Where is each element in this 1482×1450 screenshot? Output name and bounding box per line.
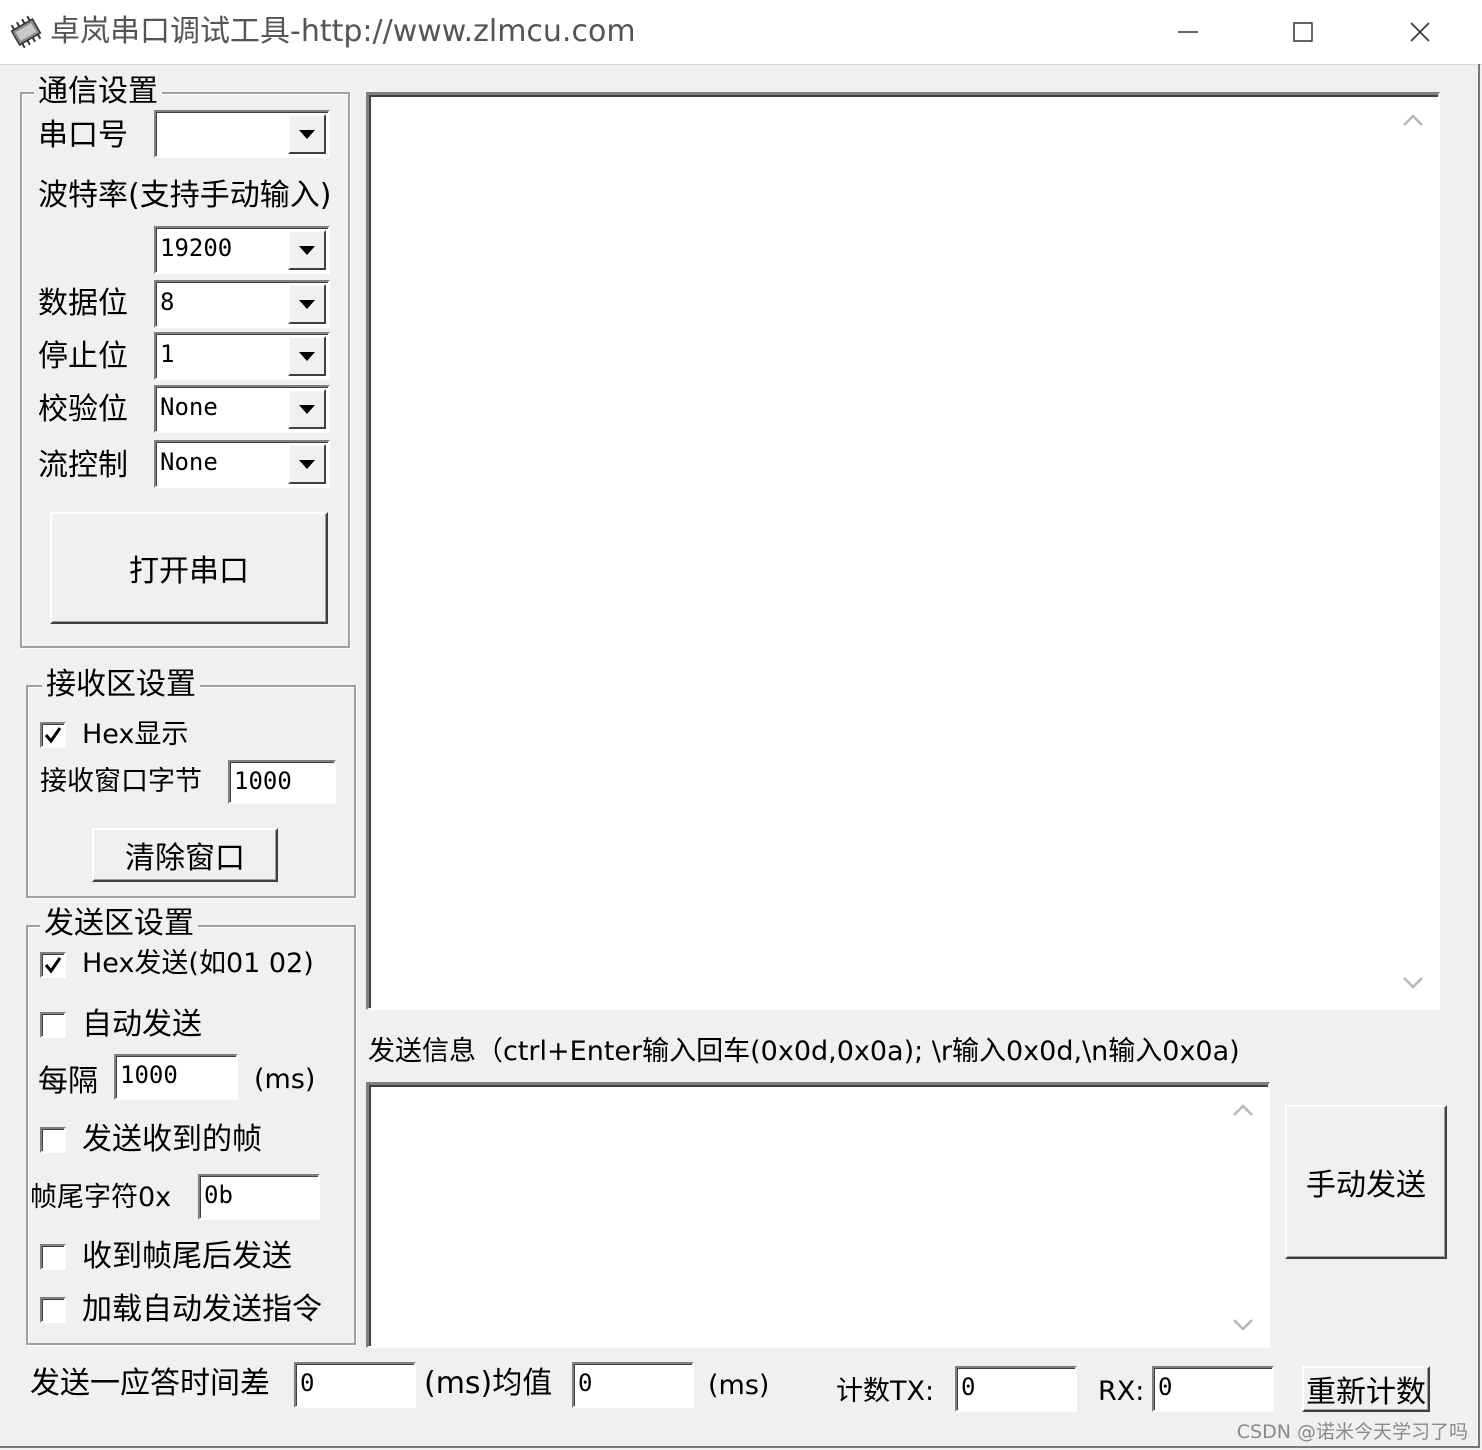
clear-window-button[interactable]: 清除窗口 [92,828,278,882]
tx-count-input[interactable]: 0 [955,1366,1077,1412]
send-received-checkbox[interactable] [40,1127,66,1153]
send-after-tail-label: 收到帧尾后发送 [82,1239,292,1274]
port-select[interactable] [154,110,330,158]
interval-unit: (ms) [254,1064,316,1095]
maximize-button[interactable] [1273,10,1333,54]
rx-count-input[interactable]: 0 [1152,1366,1274,1412]
send-info-label: 发送信息（ctrl+Enter输入回车(0x0d,0x0a); \r输入0x0d… [368,1036,1240,1067]
auto-send-label: 自动发送 [82,1007,202,1042]
baud-select[interactable]: 19200 [154,226,330,274]
scroll-down-button[interactable] [1228,1310,1258,1340]
receive-settings-legend: 接收区设置 [42,667,200,703]
chevron-down-icon [299,351,315,361]
load-auto-cmd-checkbox[interactable] [40,1297,66,1323]
chevron-up-icon [1403,114,1423,126]
scroll-up-button[interactable] [1228,1095,1258,1125]
parity-label: 校验位 [38,392,128,427]
chevron-down-icon [299,404,315,414]
ms-label: (ms) [708,1370,770,1401]
chevron-up-icon [1233,1104,1253,1116]
close-icon [1410,22,1430,42]
hex-display-label: Hex显示 [82,719,189,750]
app-chip-icon [6,12,46,52]
stopbits-dropdown-button[interactable] [288,336,326,376]
ms-avg-label: (ms)均值 [424,1366,553,1401]
checkmark-icon [44,727,62,744]
frame-tail-label: 帧尾字符0x [30,1182,172,1213]
maximize-icon [1293,22,1313,42]
window-title: 卓岚串口调试工具-http://www.zlmcu.com [50,14,636,49]
chevron-down-icon [1403,977,1423,989]
baud-label: 波特率(支持手动输入) [38,178,332,213]
send-received-label: 发送收到的帧 [82,1122,262,1157]
stopbits-value: 1 [160,340,175,368]
interval-input[interactable]: 1000 [114,1054,238,1100]
manual-send-button[interactable]: 手动发送 [1285,1105,1447,1259]
flow-label: 流控制 [38,448,128,483]
port-label: 串口号 [38,118,128,153]
frame-tail-input[interactable]: 0b [198,1174,320,1220]
baud-value: 19200 [160,234,233,262]
latency-label: 发送一应答时间差 [30,1366,270,1401]
hex-display-checkbox[interactable] [40,722,66,748]
port-dropdown-button[interactable] [288,114,326,154]
flow-dropdown-button[interactable] [288,444,326,484]
flow-value: None [160,448,218,476]
scroll-down-button[interactable] [1398,968,1428,998]
load-auto-cmd-label: 加载自动发送指令 [82,1292,322,1327]
flow-select[interactable]: None [154,440,330,488]
auto-send-checkbox[interactable] [40,1012,66,1038]
databits-dropdown-button[interactable] [288,284,326,324]
title-bar: 卓岚串口调试工具-http://www.zlmcu.com [0,0,1482,65]
recount-button[interactable]: 重新计数 [1302,1366,1430,1412]
avg-input[interactable]: 0 [572,1362,694,1408]
parity-dropdown-button[interactable] [288,389,326,429]
minimize-icon [1178,31,1198,33]
databits-label: 数据位 [38,286,128,321]
databits-select[interactable]: 8 [154,280,330,328]
chevron-down-icon [299,459,315,469]
interval-label: 每隔 [38,1064,98,1099]
open-port-button[interactable]: 打开串口 [50,512,328,624]
window-bytes-input[interactable]: 1000 [228,760,336,804]
receive-textarea[interactable] [366,92,1440,1010]
databits-value: 8 [160,288,175,316]
baud-dropdown-button[interactable] [288,230,326,270]
close-button[interactable] [1390,10,1450,54]
parity-select[interactable]: None [154,385,330,433]
chevron-down-icon [299,129,315,139]
scroll-up-button[interactable] [1398,105,1428,135]
send-settings-legend: 发送区设置 [40,906,198,942]
chevron-down-icon [299,299,315,309]
stopbits-label: 停止位 [38,339,128,374]
checkmark-icon [44,957,62,974]
window-bytes-label: 接收窗口字节 [40,766,202,797]
send-textarea[interactable] [366,1082,1270,1348]
latency-input[interactable]: 0 [294,1362,416,1408]
chevron-down-icon [299,245,315,255]
minimize-button[interactable] [1158,10,1218,54]
comm-settings-legend: 通信设置 [34,74,162,110]
stopbits-select[interactable]: 1 [154,332,330,380]
watermark: CSDN @诺米今天学习了吗 [1236,1421,1468,1443]
parity-value: None [160,393,218,421]
chevron-down-icon [1233,1319,1253,1331]
count-tx-label: 计数TX: [836,1376,935,1407]
send-after-tail-checkbox[interactable] [40,1244,66,1270]
hex-send-checkbox[interactable] [40,952,66,978]
rx-label: RX: [1098,1376,1145,1407]
hex-send-label: Hex发送(如01 02) [82,948,314,979]
